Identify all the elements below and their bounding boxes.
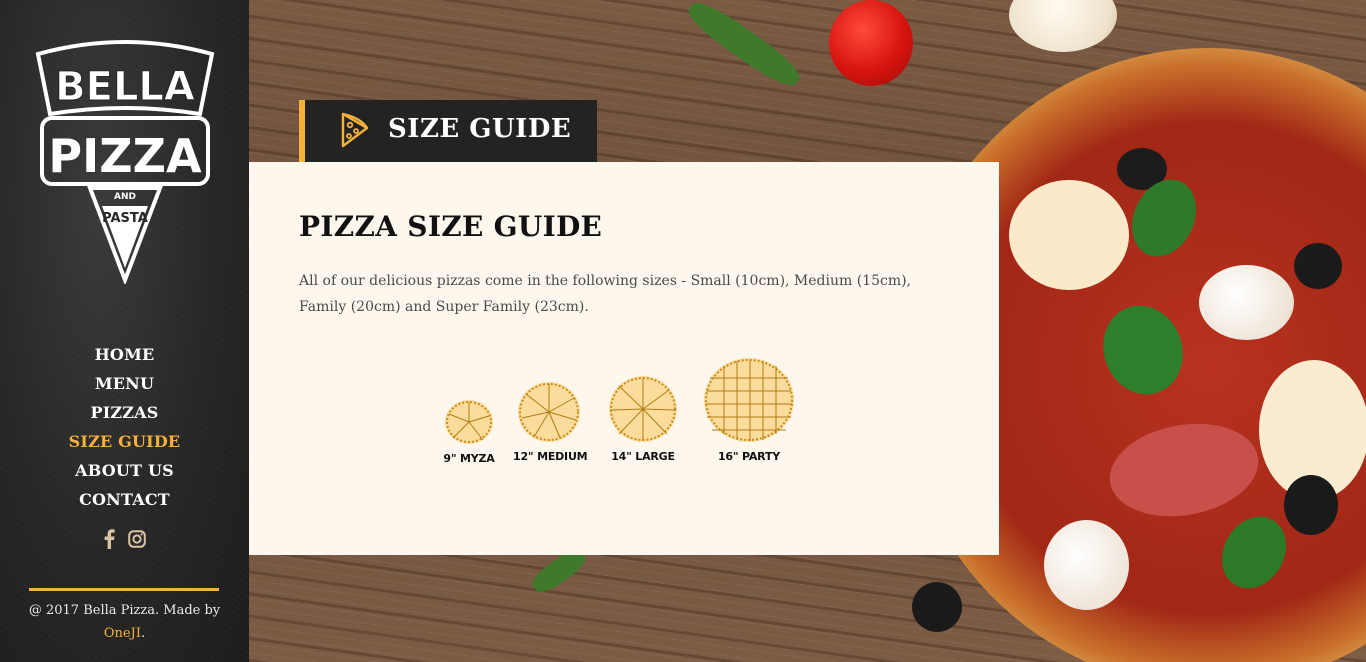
small-pizza-icon [445,400,493,444]
page-title: SIZE GUIDE [388,114,572,144]
page-header-tab: SIZE GUIDE [299,100,597,162]
nav-link-contact[interactable]: CONTACT [79,490,170,509]
cheese-decoration [1009,180,1129,290]
main-nav: HOME MENU PIZZAS SIZE GUIDE ABOUT US CON… [0,342,249,516]
nav-link-home[interactable]: HOME [95,345,155,364]
logo-line4: PASTA [102,211,148,226]
size-label-16: 16" PARTY [717,450,781,463]
nav-item-contact: CONTACT [0,487,249,516]
logo-line2: PIZZA [48,129,202,183]
facebook-icon[interactable] [103,528,115,549]
content-title: PIZZA SIZE GUIDE [299,210,603,243]
olive-decoration-3 [1284,475,1338,535]
nav-link-pizzas[interactable]: PIZZAS [90,403,158,422]
footer-copyright: @ 2017 Bella Pizza. Made by OneJI. [20,599,229,645]
olive-decoration-4 [912,582,962,632]
nav-item-menu: MENU [0,371,249,400]
nav-link-about-us[interactable]: ABOUT US [75,461,174,480]
social-links [0,528,249,549]
content-card: PIZZA SIZE GUIDE All of our delicious pi… [249,162,999,555]
mushroom-decoration [1199,265,1294,340]
footer-divider [29,588,219,591]
copyright-suffix: . [140,626,146,641]
pizza-slice-icon [339,110,371,150]
garlic-decoration [1009,0,1117,52]
size-item-14: 14" LARGE [603,374,683,463]
size-label-9: 9" MYZA [443,452,495,465]
size-chart: 9" MYZA 12" MEDIUM 14" LARGE 16" PARTY [439,354,819,474]
copyright-text: @ 2017 Bella Pizza. Made by [28,603,221,618]
author-link[interactable]: OneJI [104,626,141,641]
sidebar: BELLA PIZZA AND PASTA HOME MENU PIZZAS S… [0,0,249,662]
nav-item-pizzas: PIZZAS [0,400,249,429]
arugula-decoration [682,0,806,93]
nav-link-size-guide[interactable]: SIZE GUIDE [69,432,181,451]
size-label-12: 12" MEDIUM [513,450,588,463]
nav-item-about-us: ABOUT US [0,458,249,487]
medium-pizza-icon [518,382,580,442]
instagram-icon[interactable] [128,529,146,548]
nav-item-size-guide: SIZE GUIDE [0,429,249,458]
mushroom-decoration-2 [1044,520,1129,610]
party-pizza-icon [704,358,794,442]
size-item-12: 12" MEDIUM [513,380,588,463]
nav-link-menu[interactable]: MENU [95,374,154,393]
size-item-16: 16" PARTY [699,356,799,463]
logo-line1: BELLA [55,64,195,110]
content-description: All of our delicious pizzas come in the … [299,273,912,315]
logo[interactable]: BELLA PIZZA AND PASTA [30,36,220,284]
tomato-decoration [829,0,913,86]
bella-pizza-logo-icon: BELLA PIZZA AND PASTA [35,40,215,284]
size-item-9: 9" MYZA [439,398,499,465]
size-label-14: 14" LARGE [611,450,675,463]
nav-item-home: HOME [0,342,249,371]
logo-line3: AND [114,192,136,202]
large-pizza-icon [609,376,677,442]
olive-decoration-2 [1294,243,1342,289]
